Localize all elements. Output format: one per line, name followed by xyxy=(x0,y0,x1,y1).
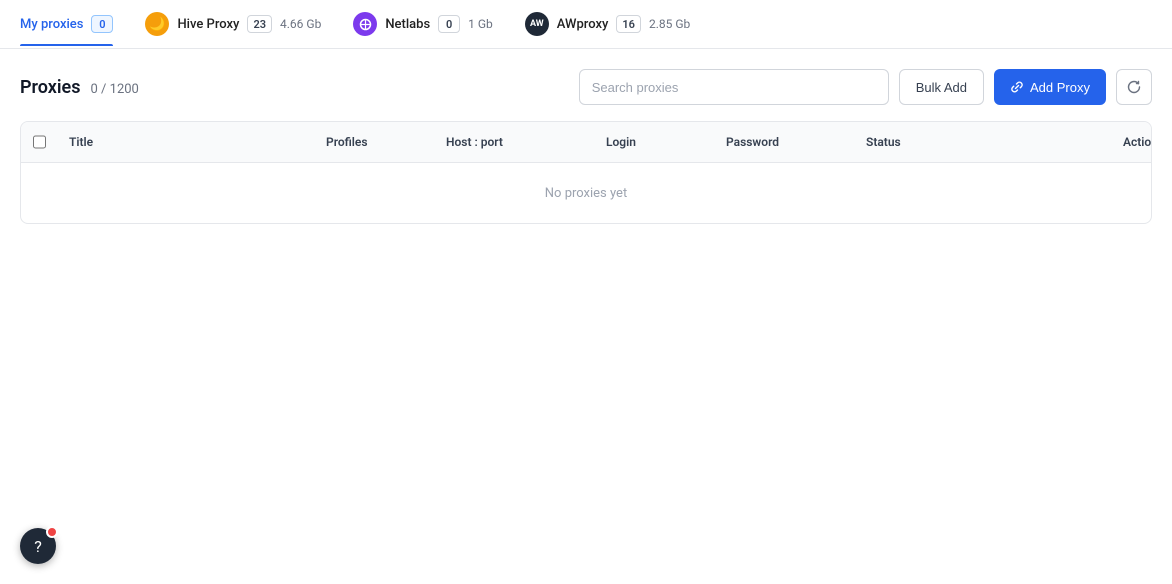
refresh-button[interactable] xyxy=(1116,69,1152,105)
tab-awproxy[interactable]: AW AWproxy 16 2.85 Gb xyxy=(525,12,690,48)
table-body: No proxies yet xyxy=(21,163,1151,223)
awproxy-icon: AW xyxy=(525,12,549,36)
link-icon xyxy=(1010,80,1024,94)
table-header: Title Profiles Host : port Login Passwor… xyxy=(21,122,1151,163)
select-all-checkbox[interactable] xyxy=(33,135,46,149)
tab-netlabs[interactable]: Netlabs 0 1 Gb xyxy=(353,12,492,48)
th-password: Password xyxy=(714,122,854,162)
bulk-add-button[interactable]: Bulk Add xyxy=(899,69,984,105)
no-proxies-text: No proxies yet xyxy=(525,166,647,221)
proxies-count: 0 / 1200 xyxy=(91,82,139,97)
tab-my-proxies[interactable]: My proxies 0 xyxy=(20,15,113,45)
th-host-port: Host : port xyxy=(434,122,594,162)
th-title: Title xyxy=(57,122,314,162)
main-content: Proxies 0 / 1200 Bulk Add Add Proxy xyxy=(0,49,1172,224)
tab-awproxy-badge: 16 xyxy=(616,15,641,33)
hive-icon: 🌙 xyxy=(145,12,169,36)
tab-my-proxies-label: My proxies xyxy=(20,17,83,32)
tab-bar: My proxies 0 🌙 Hive Proxy 23 4.66 Gb Net… xyxy=(0,0,1172,49)
tab-awproxy-size: 2.85 Gb xyxy=(649,17,690,31)
tab-hive-proxy-label: Hive Proxy xyxy=(177,17,239,32)
tab-netlabs-size: 1 Gb xyxy=(468,17,493,31)
tab-awproxy-label: AWproxy xyxy=(557,17,609,32)
tab-netlabs-badge: 0 xyxy=(438,15,460,33)
tab-my-proxies-badge: 0 xyxy=(91,15,113,33)
tab-hive-proxy-size: 4.66 Gb xyxy=(280,17,321,31)
th-profiles: Profiles xyxy=(314,122,434,162)
proxies-title-group: Proxies 0 / 1200 xyxy=(20,77,139,98)
th-login: Login xyxy=(594,122,714,162)
netlabs-icon xyxy=(353,12,377,36)
add-proxy-button[interactable]: Add Proxy xyxy=(994,69,1106,105)
help-notification-badge xyxy=(46,526,58,538)
help-button[interactable]: ? xyxy=(20,528,56,564)
tab-netlabs-label: Netlabs xyxy=(385,17,430,32)
th-status: Status xyxy=(854,122,1111,162)
refresh-icon xyxy=(1126,79,1142,95)
proxies-header: Proxies 0 / 1200 Bulk Add Add Proxy xyxy=(20,69,1152,105)
proxies-title: Proxies xyxy=(20,77,81,98)
th-checkbox xyxy=(21,122,57,162)
search-input[interactable] xyxy=(579,69,889,105)
tab-hive-proxy[interactable]: 🌙 Hive Proxy 23 4.66 Gb xyxy=(145,12,321,48)
proxy-table: Title Profiles Host : port Login Passwor… xyxy=(20,121,1152,224)
search-and-actions: Bulk Add Add Proxy xyxy=(579,69,1152,105)
tab-hive-proxy-badge: 23 xyxy=(247,15,272,33)
th-actions: Actions ⊕ xyxy=(1111,122,1151,162)
